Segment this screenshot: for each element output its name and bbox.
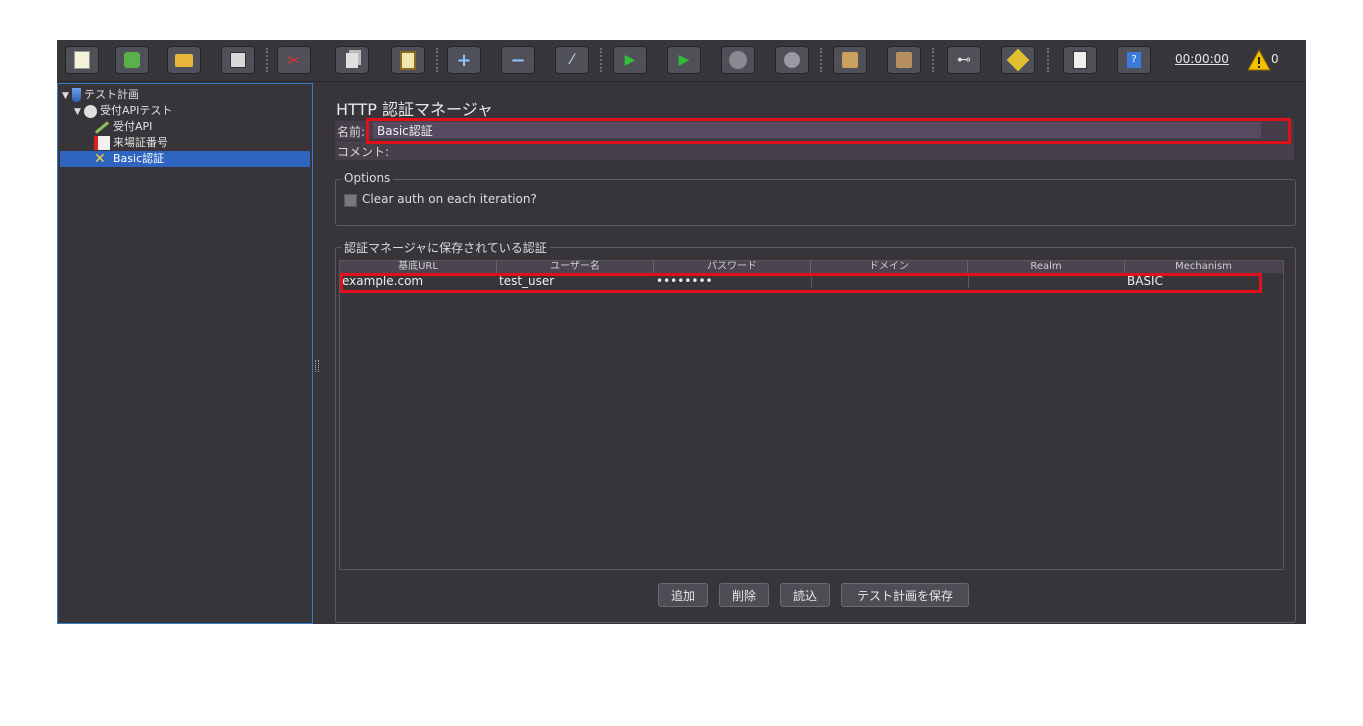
tree-node-test-plan[interactable]: ▼ テスト計画 [62, 87, 139, 103]
reset-search-broom-icon [1006, 48, 1030, 72]
elapsed-timer: 00:00:00 [1175, 52, 1229, 66]
paste-button[interactable] [391, 46, 425, 74]
tree-node-request[interactable]: 来場証番号 [94, 135, 168, 151]
clear-auth-checkbox[interactable] [344, 194, 357, 207]
column-header-mechanism[interactable]: Mechanism [1125, 261, 1282, 273]
plus-icon: + [456, 49, 472, 71]
cut-button[interactable]: ✂ [277, 46, 311, 74]
column-header-realm[interactable]: Realm [968, 261, 1125, 273]
warning-icon[interactable] [1247, 49, 1271, 71]
delete-button[interactable]: 削除 [719, 583, 769, 607]
expand-all-button[interactable]: + [447, 46, 481, 74]
reset-search-button[interactable] [1001, 46, 1035, 74]
test-plan-tree: ▼ テスト計画 ▼ 受付APIテスト 受付API 来場証番号 ✕ Basic認証 [57, 83, 313, 624]
shutdown-icon [784, 52, 800, 68]
play-no-pause-icon: ▶ [678, 52, 690, 68]
scissors-icon: ✂ [287, 50, 301, 70]
load-button[interactable]: 読込 [780, 583, 830, 607]
column-header-base-url[interactable]: 基底URL [340, 261, 497, 273]
clipboard-icon [400, 50, 416, 70]
start-no-pauses-button[interactable]: ▶ [667, 46, 701, 74]
row-highlight-box [340, 273, 1262, 293]
templates-icon [124, 52, 140, 68]
start-button[interactable]: ▶ [613, 46, 647, 74]
auth-list-group: 認証マネージャに保存されている認証 基底URL ユーザー名 パスワード ドメイン… [335, 239, 1296, 623]
column-header-password[interactable]: パスワード [654, 261, 811, 273]
collapse-all-button[interactable]: − [501, 46, 535, 74]
tree-node-basic-auth[interactable]: ✕ Basic認証 [60, 151, 310, 167]
add-button[interactable]: 追加 [658, 583, 708, 607]
clear-all-broom-icon [896, 52, 912, 68]
function-helper-button[interactable] [1063, 46, 1097, 74]
auth-table: 基底URL ユーザー名 パスワード ドメイン Realm Mechanism e… [339, 260, 1284, 570]
new-document-icon [74, 51, 90, 69]
stop-icon [729, 51, 747, 69]
pipette-icon [94, 120, 110, 134]
binoculars-icon: ⊷ [957, 52, 971, 68]
expand-toggle-icon: ▼ [74, 107, 81, 117]
search-button[interactable]: ⊷ [947, 46, 981, 74]
toolbar: ✂ + − ⁄ ▶ ▶ ⊷ ? 00:00:00 0 [57, 40, 1306, 82]
sampler-icon [94, 136, 110, 150]
comment-label: コメント: [337, 145, 390, 159]
split-pane-divider[interactable] [315, 360, 319, 372]
clear-broom-icon [842, 52, 858, 68]
auth-table-header: 基底URL ユーザー名 パスワード ドメイン Realm Mechanism [340, 261, 1283, 273]
copy-icon [346, 52, 358, 68]
clear-all-button[interactable] [887, 46, 921, 74]
toggle-wand-icon: ⁄ [570, 52, 574, 68]
options-group: Options Clear auth on each iteration? [335, 171, 1296, 226]
options-title: Options [341, 171, 394, 185]
help-button[interactable]: ? [1117, 46, 1151, 74]
page-title: HTTP 認証マネージャ [336, 100, 493, 119]
jmeter-window: ✂ + − ⁄ ▶ ▶ ⊷ ? 00:00:00 0 ▼ テスト計画 ▼ 受付A… [57, 40, 1306, 624]
flask-icon [72, 88, 81, 102]
expand-toggle-icon: ▼ [62, 91, 69, 101]
clear-auth-label: Clear auth on each iteration? [362, 192, 537, 206]
minus-icon: − [510, 49, 526, 71]
column-header-username[interactable]: ユーザー名 [497, 261, 654, 273]
tree-node-thread-group[interactable]: ▼ 受付APIテスト [74, 103, 172, 119]
tree-node-http-sampler[interactable]: 受付API [94, 119, 152, 135]
templates-button[interactable] [115, 46, 149, 74]
save-button[interactable] [221, 46, 255, 74]
name-highlight-box [366, 118, 1291, 144]
open-button[interactable] [167, 46, 201, 74]
shutdown-button[interactable] [775, 46, 809, 74]
play-icon: ▶ [624, 52, 636, 68]
new-file-button[interactable] [65, 46, 99, 74]
folder-open-icon [175, 53, 193, 67]
floppy-disk-icon [230, 52, 246, 68]
clear-button[interactable] [833, 46, 867, 74]
save-test-plan-button[interactable]: テスト計画を保存 [841, 583, 969, 607]
auth-tools-icon: ✕ [94, 151, 106, 167]
copy-button[interactable] [335, 46, 369, 74]
column-header-domain[interactable]: ドメイン [811, 261, 968, 273]
list-icon [1073, 51, 1087, 69]
help-book-icon: ? [1127, 52, 1141, 68]
auth-manager-panel: HTTP 認証マネージャ 名前: コメント: Options Clear aut… [321, 83, 1306, 624]
name-label: 名前: [337, 125, 366, 139]
stop-button[interactable] [721, 46, 755, 74]
gear-icon [84, 104, 97, 118]
auth-list-title: 認証マネージャに保存されている認証 [341, 239, 550, 256]
toggle-button[interactable]: ⁄ [555, 46, 589, 74]
warning-count: 0 [1271, 52, 1279, 66]
